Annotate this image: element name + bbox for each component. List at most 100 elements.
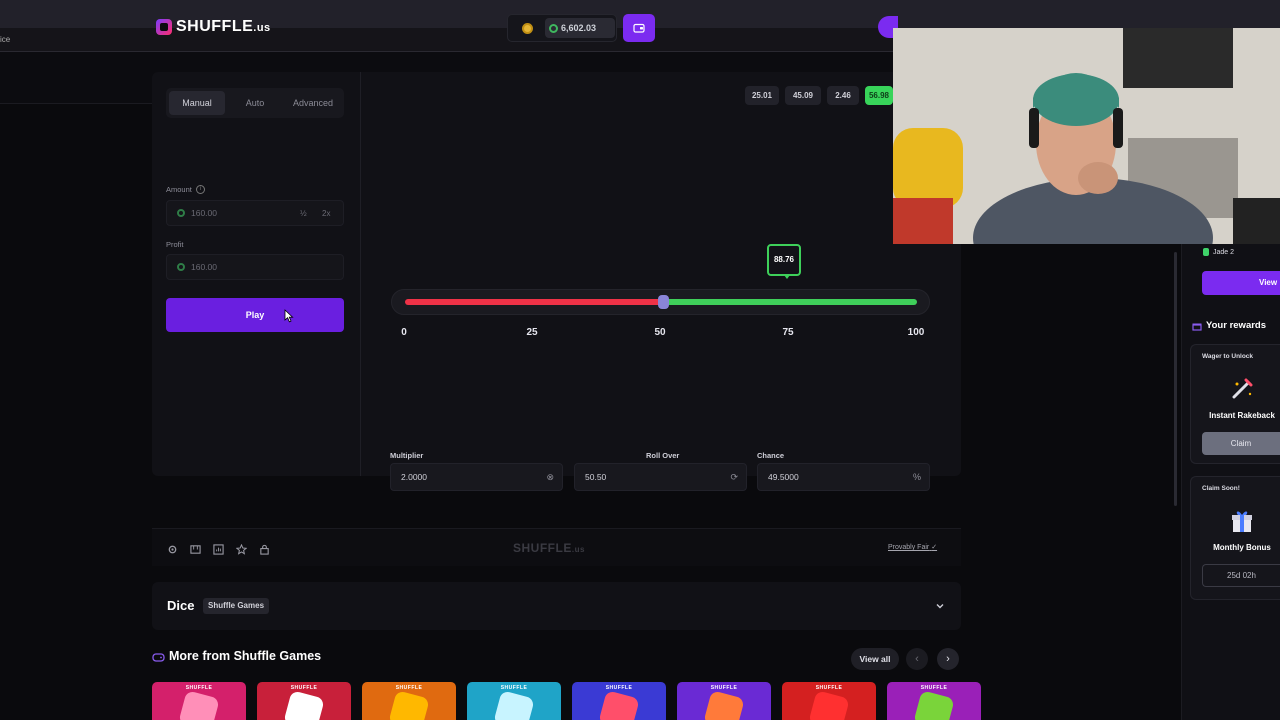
game-card[interactable]: SHUFFLE	[467, 682, 561, 720]
game-card-art	[493, 690, 535, 720]
play-button[interactable]: Play	[166, 298, 344, 332]
win-range-bar	[663, 299, 917, 305]
history-chip[interactable]: 2.46	[827, 86, 859, 105]
game-card-art	[808, 690, 850, 720]
slider-handle[interactable]	[658, 295, 670, 309]
game-card[interactable]: SHUFFLE	[887, 682, 981, 720]
streamer-webcam	[893, 28, 1280, 244]
rollover-value: 50.50	[585, 472, 607, 482]
sidebar-scrollbar[interactable]	[1174, 252, 1177, 506]
provably-fair-text: Provably Fair	[888, 544, 930, 551]
lock-icon[interactable]	[259, 544, 270, 555]
game-card-art	[178, 690, 220, 720]
amount-value: 160.00	[191, 208, 217, 218]
reward-status: Claim Soon!	[1202, 485, 1240, 492]
carousel-prev-button[interactable]: ‹	[906, 648, 928, 670]
amount-label-text: Amount	[166, 185, 192, 194]
reward-name: Monthly Bonus	[1213, 543, 1271, 552]
currency-icon	[177, 263, 185, 271]
view-all-button[interactable]: View all	[851, 648, 899, 670]
chevron-down-icon[interactable]	[935, 601, 945, 611]
balance-display[interactable]: 6,602.03	[545, 18, 615, 38]
star-icon[interactable]	[236, 544, 247, 555]
wallet-selector[interactable]: 6,602.03	[507, 14, 617, 42]
multiplier-x-icon: ⊗	[546, 472, 554, 482]
tab-manual[interactable]: Manual	[169, 91, 225, 115]
percent-suffix: %	[912, 472, 921, 482]
amount-input[interactable]: 160.00 ½ 2x	[166, 200, 344, 226]
game-card-brand: SHUFFLE	[605, 685, 633, 691]
settings-icon[interactable]	[167, 544, 178, 555]
history-chip[interactable]: 45.09	[785, 86, 821, 105]
mouse-cursor-icon	[284, 309, 294, 323]
dice-game-panel: Manual Auto Advanced Amount i 160.00 ½ 2…	[152, 72, 961, 476]
reward-status: Wager to Unlock	[1202, 353, 1254, 360]
tab-auto[interactable]: Auto	[227, 91, 283, 115]
info-icon[interactable]: i	[195, 185, 205, 194]
game-card-art	[598, 690, 640, 720]
gamepad-icon	[152, 653, 165, 662]
footer-watermark: SHUFFLE.us	[513, 541, 585, 555]
slider-tick-0: 0	[401, 327, 407, 338]
carousel-next-button[interactable]: ›	[937, 648, 959, 670]
half-button[interactable]: ½	[300, 209, 307, 218]
vip-level-text: Jade 2	[1213, 248, 1235, 256]
profit-label-text: Profit	[166, 240, 184, 249]
game-card[interactable]: SHUFFLE	[572, 682, 666, 720]
game-card-brand: SHUFFLE	[815, 685, 843, 691]
game-card-brand: SHUFFLE	[185, 685, 213, 691]
provider-badge[interactable]: Shuffle Games	[203, 598, 270, 614]
gem-icon	[1203, 248, 1209, 256]
more-games-title: More from Shuffle Games	[169, 649, 322, 663]
gift-box-icon	[1232, 511, 1252, 532]
webcam-image	[893, 28, 1280, 244]
double-button[interactable]: 2x	[322, 209, 330, 218]
game-card[interactable]: SHUFFLE	[152, 682, 246, 720]
amount-label: Amount i	[166, 185, 205, 194]
game-card-brand: SHUFFLE	[395, 685, 423, 691]
site-logo[interactable]: SHUFFLE.us	[156, 18, 271, 36]
history-chip[interactable]: 56.98	[865, 86, 893, 105]
tab-advanced[interactable]: Advanced	[285, 91, 341, 115]
game-card[interactable]: SHUFFLE	[362, 682, 456, 720]
roll-result-bubble: 88.76	[767, 244, 801, 279]
rollover-label: Roll Over	[646, 451, 680, 460]
multiplier-value: 2.0000	[401, 472, 427, 482]
slider-tick-75: 75	[782, 327, 794, 338]
vip-view-button[interactable]: View	[1202, 271, 1280, 295]
profit-value: 160.00	[191, 262, 217, 272]
chance-value: 49.5000	[768, 472, 799, 482]
game-card[interactable]: SHUFFLE	[257, 682, 351, 720]
ruler-icon[interactable]	[190, 544, 201, 555]
claim-button[interactable]: Claim	[1202, 432, 1280, 455]
url-fragment: ice	[0, 35, 11, 44]
history-chip[interactable]: 25.01	[745, 86, 779, 105]
game-title: Dice	[167, 598, 195, 613]
multiplier-input[interactable]: 2.0000 ⊗	[390, 463, 563, 491]
bet-controls: Manual Auto Advanced Amount i 160.00 ½ 2…	[152, 72, 361, 476]
bet-mode-tabs: Manual Auto Advanced	[166, 88, 344, 118]
balance-value: 6,602.03	[561, 23, 597, 33]
game-card-brand: SHUFFLE	[290, 685, 318, 691]
swap-icon[interactable]: ⟳	[730, 464, 738, 490]
rewards-title: Your rewards	[1206, 320, 1267, 331]
game-card-brand: SHUFFLE	[500, 685, 528, 691]
game-card-art	[913, 690, 955, 720]
stats-icon[interactable]	[213, 544, 224, 555]
profit-field: 160.00	[166, 254, 344, 280]
game-card-art	[388, 690, 430, 720]
profit-label: Profit	[166, 240, 184, 249]
slider-tick-25: 25	[526, 327, 538, 338]
provably-fair-link[interactable]: Provably Fair ✓	[888, 543, 937, 551]
rollover-input[interactable]: 50.50 ⟳	[574, 463, 747, 491]
game-card-brand: SHUFFLE	[710, 685, 738, 691]
wallet-button[interactable]	[623, 14, 655, 42]
rewards-heading: Your rewards	[1192, 320, 1266, 331]
game-info-bar[interactable]	[152, 582, 961, 630]
game-card[interactable]: SHUFFLE	[782, 682, 876, 720]
watermark-suffix: .us	[571, 545, 585, 554]
game-card[interactable]: SHUFFLE	[677, 682, 771, 720]
vip-level: Jade 2	[1203, 248, 1234, 256]
chance-input[interactable]: 49.5000 %	[757, 463, 930, 491]
multiplier-label: Multiplier	[390, 451, 424, 460]
